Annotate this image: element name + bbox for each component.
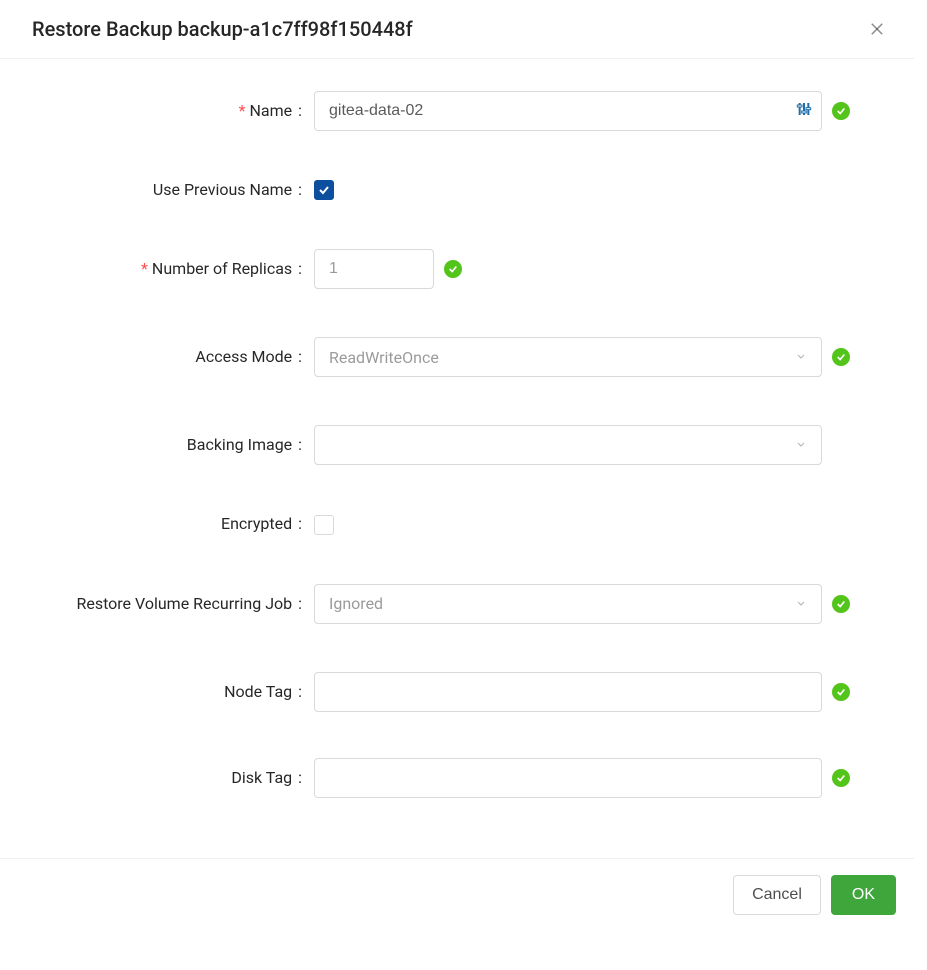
label-replicas: *Number of Replicas :: [32, 258, 314, 280]
row-disk-tag: Disk Tag :: [32, 758, 874, 798]
modal-title: Restore Backup backup-a1c7ff98f150448f: [32, 17, 413, 41]
label-node-tag: Node Tag :: [32, 681, 314, 703]
row-encrypted: Encrypted :: [32, 513, 874, 535]
backing-image-select[interactable]: [314, 425, 822, 465]
node-tag-select[interactable]: [314, 672, 822, 712]
check-icon: [832, 769, 850, 787]
close-button[interactable]: [864, 16, 890, 42]
row-use-previous-name: Use Previous Name :: [32, 179, 874, 201]
modal-body: *Name : Use Previous Name :: [0, 59, 914, 858]
restore-backup-modal: Restore Backup backup-a1c7ff98f150448f *…: [0, 0, 914, 931]
label-access-mode: Access Mode :: [32, 346, 314, 368]
chevron-down-icon: [795, 436, 807, 455]
cancel-button[interactable]: Cancel: [733, 875, 821, 915]
use-previous-name-checkbox[interactable]: [314, 180, 334, 200]
modal-header: Restore Backup backup-a1c7ff98f150448f: [0, 0, 914, 59]
replicas-input[interactable]: [314, 249, 434, 289]
disk-tag-select[interactable]: [314, 758, 822, 798]
check-icon: [832, 102, 850, 120]
chevron-down-icon: [795, 348, 807, 367]
check-icon: [832, 348, 850, 366]
row-name: *Name :: [32, 91, 874, 131]
row-backing-image: Backing Image :: [32, 425, 874, 465]
chevron-down-icon: [795, 594, 807, 613]
label-name: *Name :: [32, 100, 314, 122]
check-icon: [832, 683, 850, 701]
label-encrypted: Encrypted :: [32, 513, 314, 535]
modal-footer: Cancel OK: [0, 858, 914, 931]
label-backing-image: Backing Image :: [32, 434, 314, 456]
row-recurring-job: Restore Volume Recurring Job : Ignored: [32, 584, 874, 624]
access-mode-select[interactable]: ReadWriteOnce: [314, 337, 822, 377]
row-replicas: *Number of Replicas :: [32, 249, 874, 289]
encrypted-checkbox[interactable]: [314, 515, 334, 535]
sliders-icon[interactable]: [796, 101, 812, 121]
row-node-tag: Node Tag :: [32, 672, 874, 712]
label-use-previous-name: Use Previous Name :: [32, 179, 314, 201]
recurring-job-select[interactable]: Ignored: [314, 584, 822, 624]
row-access-mode: Access Mode : ReadWriteOnce: [32, 337, 874, 377]
check-icon: [832, 595, 850, 613]
label-disk-tag: Disk Tag :: [32, 767, 314, 789]
name-input[interactable]: [314, 91, 822, 131]
check-icon: [444, 260, 462, 278]
close-icon: [868, 20, 886, 38]
ok-button[interactable]: OK: [831, 875, 896, 915]
label-recurring-job: Restore Volume Recurring Job :: [32, 593, 314, 615]
